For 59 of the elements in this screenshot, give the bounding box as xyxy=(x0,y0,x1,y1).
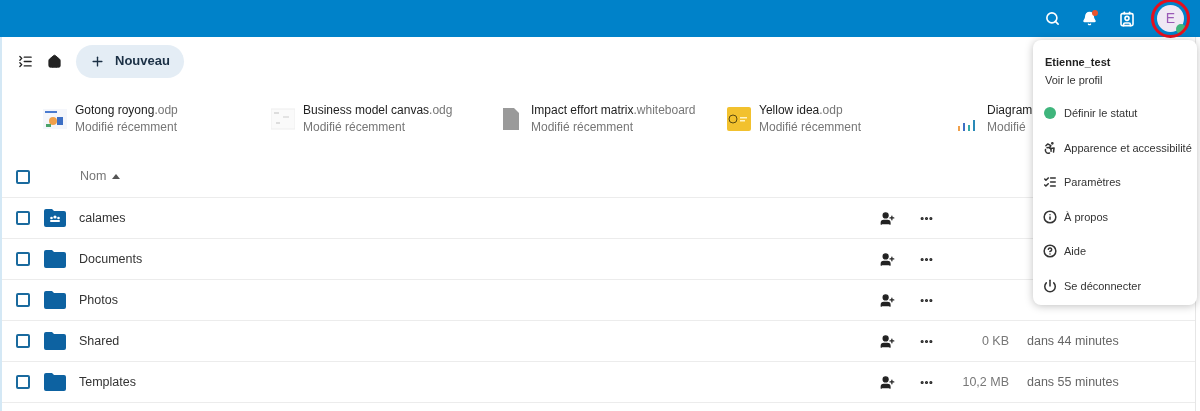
menu-item[interactable]: À propos xyxy=(1033,199,1197,234)
checkbox[interactable] xyxy=(16,334,30,348)
power-icon xyxy=(1043,278,1057,293)
list-icon xyxy=(1043,175,1057,190)
chart-thumbnail-icon xyxy=(958,120,976,131)
profile-link[interactable]: Voir le profil xyxy=(1045,71,1185,89)
file-subtitle: Modifié récemment xyxy=(759,119,862,136)
folder-icon xyxy=(43,372,67,392)
folder-name[interactable]: Documents xyxy=(79,249,599,269)
sidebar-toggle-icon[interactable] xyxy=(18,53,33,69)
menu-item[interactable]: Se déconnecter xyxy=(1033,268,1197,303)
modified-time: dans 44 minutes xyxy=(1027,332,1119,350)
checkbox[interactable] xyxy=(16,169,30,184)
folder-name[interactable]: Shared xyxy=(79,331,599,351)
share-icon[interactable] xyxy=(880,251,895,267)
search-icon[interactable] xyxy=(1045,11,1060,26)
menu-item[interactable]: Apparence et accessibilité xyxy=(1033,130,1197,165)
menu-item[interactable]: Définir le statut xyxy=(1033,96,1197,131)
share-icon[interactable] xyxy=(880,210,895,226)
menu-item[interactable]: Paramètres xyxy=(1033,165,1197,200)
checkbox[interactable] xyxy=(16,211,30,225)
home-icon[interactable] xyxy=(47,53,62,69)
folder-name[interactable]: calames xyxy=(79,208,599,228)
accessibility-icon xyxy=(1043,140,1057,155)
file-subtitle: Modifié récemment xyxy=(75,119,178,136)
modified-time: dans 55 minutes xyxy=(1027,373,1119,391)
folder-icon xyxy=(43,331,67,351)
file-icon xyxy=(501,107,521,131)
file-size: 0 KB xyxy=(980,332,1009,350)
checkbox[interactable] xyxy=(16,293,30,307)
info-icon xyxy=(1043,209,1057,224)
folder-name[interactable]: Photos xyxy=(79,290,599,310)
contacts-icon[interactable] xyxy=(1119,10,1135,27)
avatar[interactable]: E xyxy=(1157,5,1184,32)
file-name[interactable]: Business model canvas.odg xyxy=(303,102,453,119)
folder-icon xyxy=(43,290,67,310)
plus-icon xyxy=(90,53,105,69)
menu-item[interactable]: Aide xyxy=(1033,234,1197,269)
file-subtitle: Modifié récemment xyxy=(531,119,635,136)
username: Etienne_test xyxy=(1045,55,1112,70)
help-icon xyxy=(1043,244,1057,259)
share-icon[interactable] xyxy=(880,333,895,349)
shared-folder-icon xyxy=(43,208,67,228)
file-name[interactable]: Yellow idea.odp xyxy=(759,102,862,119)
checkbox[interactable] xyxy=(16,375,30,389)
share-icon[interactable] xyxy=(880,292,895,308)
folder-icon xyxy=(43,249,67,269)
file-size: 10,2 MB xyxy=(961,373,1009,391)
file-name[interactable]: Gotong royong.odp xyxy=(75,102,178,119)
file-name[interactable]: Diagram xyxy=(987,102,1033,119)
checkbox[interactable] xyxy=(16,252,30,266)
share-icon[interactable] xyxy=(880,374,895,390)
file-subtitle: Modifié xyxy=(987,119,1027,136)
new-button[interactable]: Nouveau xyxy=(76,44,184,78)
folder-name[interactable]: Templates xyxy=(79,372,599,392)
file-subtitle: Modifié récemment xyxy=(303,119,407,136)
file-name[interactable]: Impact effort matrix.whiteboard xyxy=(531,102,696,119)
bell-icon[interactable] xyxy=(1082,11,1097,26)
column-header[interactable]: Nom xyxy=(80,167,121,186)
